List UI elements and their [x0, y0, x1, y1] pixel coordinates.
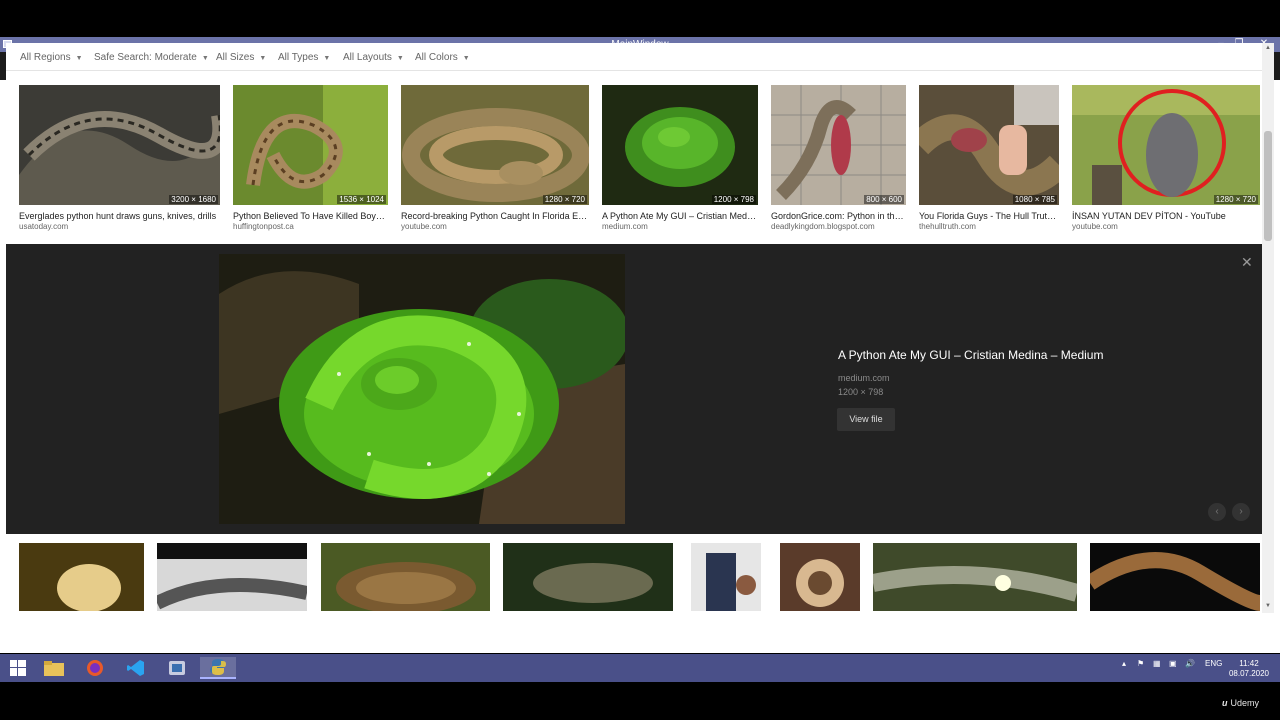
caret-down-icon: ▼ — [396, 55, 404, 62]
previous-image-button[interactable]: ‹ — [1208, 503, 1226, 521]
filter-label: All Types — [278, 52, 319, 63]
caret-down-icon: ▼ — [75, 55, 83, 62]
result-source: thehulltruth.com — [919, 222, 976, 231]
scrollbar-thumb[interactable] — [1264, 131, 1272, 241]
filter-types[interactable]: All Types ▼ — [278, 52, 330, 63]
result-caption[interactable]: A Python Ate My GUI – Cristian Medin... — [602, 211, 758, 221]
image-dimensions: 1280 × 720 — [542, 195, 587, 204]
image-dimensions: 800 × 600 — [864, 195, 904, 204]
taskbar-vscode[interactable] — [118, 657, 154, 679]
watermark-text: Udemy — [1230, 698, 1260, 708]
tray-network-grid-icon[interactable]: ▦ — [1153, 659, 1161, 668]
result-image[interactable] — [157, 543, 307, 611]
detail-image[interactable] — [219, 254, 625, 524]
filter-sizes[interactable]: All Sizes ▼ — [216, 52, 266, 63]
result-caption[interactable]: İNSAN YUTAN DEV PİTON - YouTube — [1072, 211, 1260, 221]
caret-down-icon: ▼ — [323, 55, 331, 62]
image-dimensions: 1280 × 720 — [1213, 195, 1258, 204]
clock-date: 08.07.2020 — [1228, 669, 1270, 678]
filter-label: All Sizes — [216, 52, 255, 63]
result-image[interactable] — [771, 85, 906, 205]
tray-language[interactable]: ENG — [1205, 659, 1222, 668]
result-caption[interactable]: You Florida Guys - The Hull Truth -... — [919, 211, 1059, 221]
result-image[interactable] — [321, 543, 490, 611]
result-source: huffingtonpost.ca — [233, 222, 294, 231]
tray-flag-icon[interactable]: ⚑ — [1137, 659, 1144, 668]
result-image[interactable] — [19, 543, 144, 611]
detail-dimensions: 1200 × 798 — [838, 387, 884, 397]
start-button[interactable] — [0, 657, 36, 679]
caret-down-icon: ▼ — [462, 55, 470, 62]
image-dimensions: 1200 × 798 — [711, 195, 756, 204]
taskbar-firefox[interactable] — [77, 657, 113, 679]
tray-show-hidden-icon[interactable]: ▴ — [1122, 659, 1126, 668]
vertical-scrollbar[interactable]: ▲ ▼ — [1262, 43, 1274, 613]
folder-icon — [44, 661, 64, 676]
python-icon — [210, 659, 226, 675]
filter-safe-search[interactable]: Safe Search: Moderate ▼ — [94, 52, 209, 63]
tray-volume-icon[interactable]: 🔊 — [1185, 659, 1195, 668]
filter-label: All Layouts — [343, 52, 392, 63]
filter-layouts[interactable]: All Layouts ▼ — [343, 52, 404, 63]
result-image[interactable] — [602, 85, 758, 205]
view-file-button[interactable]: View file — [837, 408, 895, 431]
close-detail-button[interactable]: ✕ — [1241, 254, 1253, 271]
result-image[interactable] — [19, 85, 220, 205]
result-image[interactable] — [503, 543, 673, 611]
result-source: youtube.com — [1072, 222, 1118, 231]
image-dimensions: 1080 × 785 — [1012, 195, 1057, 204]
image-detail-panel: ✕ A Python Ate My GUI – Cristian Medina … — [6, 244, 1262, 534]
detail-title[interactable]: A Python Ate My GUI – Cristian Medina – … — [838, 348, 1103, 362]
result-source: youtube.com — [401, 222, 447, 231]
vscode-icon — [127, 660, 144, 676]
scroll-down-icon[interactable]: ▼ — [1264, 603, 1272, 609]
scroll-up-icon[interactable]: ▲ — [1264, 45, 1272, 51]
caret-down-icon: ▼ — [201, 55, 209, 62]
filter-colors[interactable]: All Colors ▼ — [415, 52, 470, 63]
result-caption[interactable]: Record-breaking Python Caught In Florida… — [401, 211, 589, 221]
python-app-icon — [169, 661, 185, 675]
result-caption[interactable]: GordonGrice.com: Python in the ... — [771, 211, 906, 221]
udemy-watermark: u Udemy — [1222, 698, 1259, 708]
detail-source[interactable]: medium.com — [838, 373, 890, 383]
result-source: deadlykingdom.blogspot.com — [771, 222, 875, 231]
windows-logo-icon — [10, 660, 26, 676]
udemy-logo-icon: u — [1222, 698, 1228, 708]
result-caption[interactable]: Python Believed To Have Killed Boys ... — [233, 211, 388, 221]
filter-label: All Colors — [415, 52, 458, 63]
result-image[interactable] — [1072, 85, 1260, 205]
result-image[interactable] — [1090, 543, 1260, 611]
taskbar-file-explorer[interactable] — [36, 657, 72, 679]
filter-label: All Regions — [20, 52, 71, 63]
taskbar-python-window[interactable] — [200, 657, 236, 679]
result-image[interactable] — [919, 85, 1059, 205]
firefox-icon — [87, 660, 103, 676]
result-caption[interactable]: Everglades python hunt draws guns, knive… — [19, 211, 220, 221]
results-grid: 3200 × 1680 Everglades python hunt draws… — [6, 85, 1262, 245]
tray-message-icon[interactable]: ▣ — [1169, 659, 1177, 668]
result-source: medium.com — [602, 222, 648, 231]
screen: MainWindow – ❐ ✕ python × — [0, 0, 1280, 720]
clock-time: 11:42 — [1239, 659, 1259, 668]
next-image-button[interactable]: › — [1232, 503, 1250, 521]
image-dimensions: 1536 × 1024 — [337, 195, 386, 204]
taskbar-python-idle[interactable] — [159, 657, 195, 679]
caret-down-icon: ▼ — [259, 55, 267, 62]
filter-label: Safe Search: Moderate — [94, 52, 197, 63]
result-source: usatoday.com — [19, 222, 69, 231]
result-image[interactable] — [401, 85, 589, 205]
image-dimensions: 3200 × 1680 — [169, 195, 218, 204]
result-image[interactable] — [780, 543, 860, 611]
taskbar-clock[interactable]: 11:42 08.07.2020 — [1228, 659, 1270, 679]
taskbar: ▴ ⚑ ▦ ▣ 🔊 ENG 11:42 08.07.2020 — [0, 654, 1280, 682]
result-image[interactable] — [233, 85, 388, 205]
results-page: All Regions ▼ Safe Search: Moderate ▼ All … — [6, 43, 1262, 611]
filter-bar: All Regions ▼ Safe Search: Moderate ▼ All … — [6, 43, 1262, 71]
result-image[interactable] — [691, 543, 761, 611]
result-image[interactable] — [873, 543, 1077, 611]
filter-regions[interactable]: All Regions ▼ — [20, 52, 83, 63]
results-grid-row-2 — [6, 543, 1262, 611]
